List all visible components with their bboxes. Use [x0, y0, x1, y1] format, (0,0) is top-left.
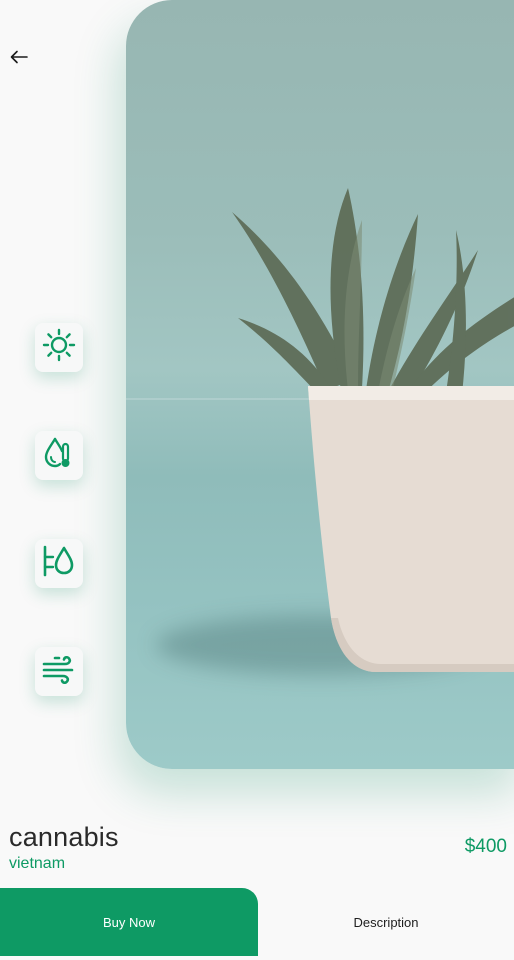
- product-name: cannabis: [9, 822, 119, 852]
- plant-hero-image: [126, 0, 514, 769]
- product-price: $400: [464, 836, 507, 857]
- back-button[interactable]: [6, 46, 32, 72]
- watering-button[interactable]: [35, 539, 83, 588]
- description-button[interactable]: Description: [258, 888, 514, 956]
- arrow-left-icon: [10, 50, 28, 69]
- wind-icon: [41, 654, 77, 689]
- buy-now-button[interactable]: Buy Now: [0, 888, 258, 956]
- humidity-temperature-icon: [42, 436, 76, 475]
- sun-button[interactable]: [35, 323, 83, 372]
- description-label: Description: [353, 914, 419, 930]
- buy-now-label: Buy Now: [102, 914, 156, 930]
- watering-icon: [41, 544, 77, 583]
- humidity-temperature-button[interactable]: [35, 431, 83, 480]
- sun-icon: [42, 328, 76, 367]
- product-origin: vietnam: [9, 855, 66, 872]
- wind-button[interactable]: [35, 647, 83, 696]
